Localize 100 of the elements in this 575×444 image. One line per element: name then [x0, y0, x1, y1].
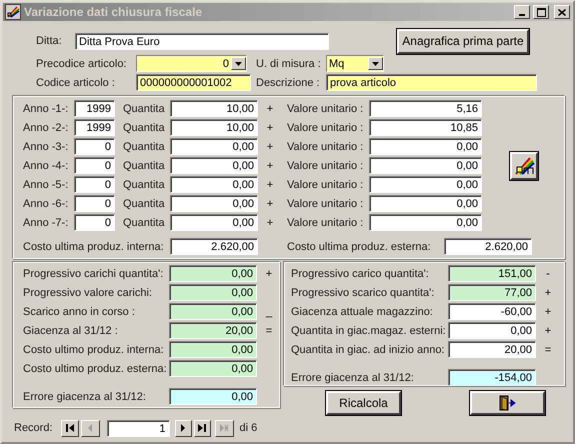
quantity-label: Quantita: [123, 216, 166, 228]
article-code-field[interactable]: 000000000001002: [136, 74, 251, 91]
summary-field[interactable]: 20,00: [448, 341, 536, 358]
record-total: di 6: [240, 422, 258, 434]
cost-label: Costo ultima produz. esterna:: [287, 240, 432, 252]
exit-door-icon: [498, 395, 516, 411]
cost-field[interactable]: 2.620,00: [444, 238, 532, 255]
error-field[interactable]: 0,00: [169, 388, 257, 405]
summary-field[interactable]: 0,00: [169, 303, 257, 320]
year-field[interactable]: 0: [74, 195, 115, 212]
operator-sign: _: [264, 306, 274, 318]
precode-dropdown[interactable]: 0: [136, 55, 247, 72]
maximize-icon: [536, 8, 546, 16]
summary-field[interactable]: 0,00: [169, 360, 257, 377]
summary-label: Costo ultimo produz. interna:: [23, 344, 165, 356]
unit-value-label: Valore unitario :: [287, 102, 364, 114]
operator-sign: +: [266, 178, 274, 190]
recalculate-button[interactable]: Ricalcola: [326, 391, 401, 415]
year-label: Anno -7-:: [23, 216, 70, 228]
summary-label: Progressivo scarico quantita':: [291, 286, 436, 298]
maximize-button[interactable]: [533, 5, 549, 19]
field-label: Codice articolo :: [36, 76, 116, 88]
year-field[interactable]: 0: [74, 214, 115, 231]
record-nav-button[interactable]: [60, 420, 79, 436]
summary-field[interactable]: 0,00: [169, 341, 257, 358]
operator-sign: =: [544, 344, 552, 356]
first-record-icon: [64, 423, 75, 433]
description-field[interactable]: prova articolo: [326, 74, 537, 91]
operator-sign: +: [266, 160, 274, 172]
operator-sign: =: [264, 324, 274, 336]
record-nav-button[interactable]: [174, 420, 192, 436]
summary-label: Costo ultimo produz. esterna:: [23, 362, 168, 374]
summary-field[interactable]: 151,00: [448, 265, 536, 282]
operator-sign: +: [544, 286, 552, 298]
field-label: Descrizione :: [256, 76, 321, 88]
field-label: Precodice articolo:: [36, 58, 128, 70]
quantity-field[interactable]: 0,00: [170, 138, 258, 155]
unit-dropdown[interactable]: Mq: [326, 55, 384, 72]
summary-label: Giacenza al 31/12 :: [23, 324, 119, 336]
quantity-field[interactable]: 0,00: [170, 214, 258, 231]
quantity-label: Quantita: [123, 140, 166, 152]
unit-value-label: Valore unitario :: [287, 216, 364, 228]
minimize-button[interactable]: [514, 5, 530, 19]
cost-field[interactable]: 2.620,00: [170, 238, 258, 255]
record-number-field[interactable]: 1: [106, 420, 170, 436]
close-button[interactable]: [554, 5, 570, 19]
quantity-label: Quantita: [123, 102, 166, 114]
exit-button[interactable]: [470, 391, 545, 415]
year-field[interactable]: 1999: [74, 100, 115, 117]
dropdown-arrow-icon: [372, 62, 379, 66]
quantity-field[interactable]: 10,00: [170, 100, 258, 117]
record-nav-button[interactable]: [194, 420, 211, 436]
operator-sign: +: [266, 122, 274, 134]
summary-field[interactable]: 0,00: [448, 322, 536, 339]
new-record-icon: [219, 423, 230, 433]
summary-field[interactable]: 77,00: [448, 284, 536, 301]
year-label: Anno -2-:: [23, 122, 70, 134]
year-label: Anno -5-:: [23, 178, 70, 190]
quantity-label: Quantita: [123, 198, 166, 210]
year-field[interactable]: 0: [74, 138, 115, 155]
app-icon: [5, 4, 21, 20]
operator-sign: +: [264, 268, 274, 280]
operator-sign: +: [544, 324, 552, 336]
unit-value-field[interactable]: 0,00: [369, 195, 482, 212]
summary-label: Quantita in giac.magaz. esterni:: [291, 324, 447, 336]
summary-label: Progressivo carico quantita':: [291, 268, 430, 280]
operator-sign: +: [266, 216, 274, 228]
year-label: Anno -1-:: [23, 102, 70, 114]
cost-label: Costo ultima produz. interna:: [23, 240, 165, 252]
quantity-field[interactable]: 10,00: [170, 119, 258, 136]
quantity-field[interactable]: 0,00: [170, 176, 258, 193]
unit-value-field[interactable]: 0,00: [369, 176, 482, 193]
summary-field[interactable]: 20,00: [169, 322, 257, 339]
unit-value-label: Valore unitario :: [287, 140, 364, 152]
unit-value-field[interactable]: 0,00: [369, 157, 482, 174]
year-label: Anno -3-:: [23, 140, 70, 152]
summary-label: Giacenza attuale magazzino:: [291, 306, 434, 318]
quantity-label: Quantita: [123, 160, 166, 172]
summary-field[interactable]: 0,00: [169, 284, 257, 301]
unit-value-label: Valore unitario :: [287, 178, 364, 190]
unit-value-field[interactable]: 10,85: [369, 119, 482, 136]
unit-value-label: Valore unitario :: [287, 122, 364, 134]
year-field[interactable]: 0: [74, 176, 115, 193]
quantity-field[interactable]: 0,00: [170, 195, 258, 212]
summary-field[interactable]: 0,00: [169, 265, 257, 282]
unit-value-field[interactable]: 5,16: [369, 100, 482, 117]
unit-value-field[interactable]: 0,00: [369, 138, 482, 155]
year-field[interactable]: 0: [74, 157, 115, 174]
summary-label: Quantita in giac. ad inizio anno:: [291, 344, 446, 356]
quantity-field[interactable]: 0,00: [170, 157, 258, 174]
summary-field[interactable]: -60,00: [448, 303, 536, 320]
error-field[interactable]: -154,00: [448, 369, 536, 386]
operator-sign: +: [544, 306, 552, 318]
unit-value-field[interactable]: 0,00: [369, 214, 482, 231]
company-field[interactable]: Ditta Prova Euro: [75, 32, 329, 50]
error-label: Errore giacenza al 31/12:: [23, 390, 147, 402]
chart-tool-button[interactable]: [510, 152, 538, 180]
anagrafica-button[interactable]: Anagrafica prima parte: [397, 28, 529, 54]
year-label: Anno -6-:: [23, 198, 70, 210]
year-field[interactable]: 1999: [74, 119, 115, 136]
